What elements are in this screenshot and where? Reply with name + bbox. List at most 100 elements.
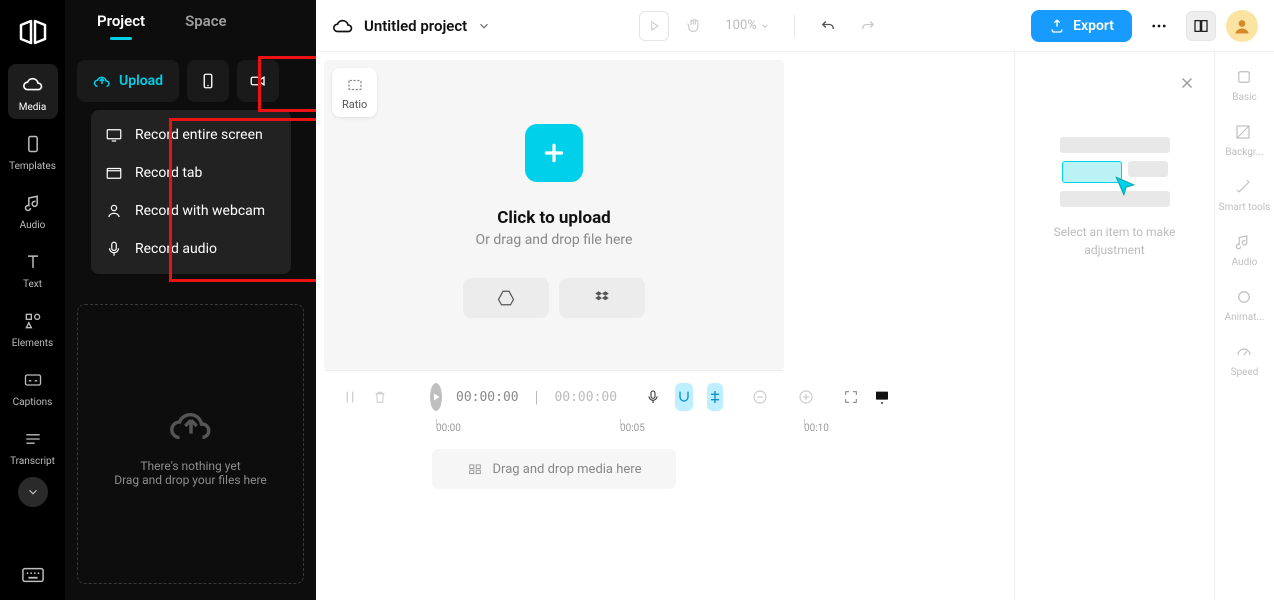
empty-line2: Drag and drop your files here <box>114 473 267 487</box>
redo-button[interactable] <box>853 11 883 41</box>
empty-media-dropzone[interactable]: There's nothing yet Drag and drop your f… <box>77 304 304 584</box>
upload-from-phone-button[interactable] <box>187 60 229 102</box>
more-menu-button[interactable] <box>1142 9 1176 43</box>
ruler-tick: 00:00 <box>436 423 461 434</box>
inspector-placeholder: Select an item to make adjustment <box>1014 52 1214 600</box>
rail-expand-button[interactable] <box>18 477 48 507</box>
text-icon <box>22 251 44 273</box>
ratio-button[interactable]: Ratio <box>332 68 377 117</box>
preview-canvas[interactable]: Ratio Click to upload Or drag and drop f… <box>324 60 784 370</box>
zoom-level[interactable]: 100% <box>725 18 770 33</box>
upload-headline: Click to upload <box>476 208 633 228</box>
inspector-audio[interactable]: Audio <box>1232 233 1258 268</box>
timeline: 00:00:00 | 00:00:00 <box>324 370 784 550</box>
rail-transcript[interactable]: Transcript <box>8 418 58 473</box>
record-audio[interactable]: Record audio <box>91 230 291 268</box>
rail-label: Audio <box>20 220 46 231</box>
dropbox-button[interactable] <box>559 278 645 318</box>
inspector-speed[interactable]: Speed <box>1231 343 1259 378</box>
upload-subline: Or drag and drop file here <box>476 232 633 248</box>
phone-icon <box>22 133 44 155</box>
timeline-track-dropzone[interactable]: Drag and drop media here <box>432 449 676 489</box>
record-entire-screen[interactable]: Record entire screen <box>91 116 291 154</box>
time-total: 00:00:00 <box>554 390 617 405</box>
google-drive-button[interactable] <box>463 278 549 318</box>
project-title[interactable]: Untitled project <box>364 17 467 35</box>
zoom-out-button[interactable] <box>751 383 769 411</box>
record-menu: Record entire screen Record tab Record w… <box>91 110 291 274</box>
timeline-ruler[interactable]: 00:00 00:05 00:10 <box>432 417 768 443</box>
camera-record-icon <box>248 72 268 90</box>
rail-label: Captions <box>13 397 53 408</box>
cloud-sync-icon[interactable] <box>332 15 354 37</box>
export-button[interactable]: Export <box>1031 10 1132 42</box>
rail-audio[interactable]: Audio <box>8 182 58 237</box>
captions-icon <box>22 369 44 391</box>
rail-label: Text <box>23 279 42 290</box>
hand-tool-button[interactable] <box>679 11 709 41</box>
tab-project[interactable]: Project <box>97 12 145 38</box>
auto-snap-button[interactable] <box>707 383 723 411</box>
rail-text[interactable]: Text <box>8 241 58 296</box>
cursor-icon <box>1112 173 1138 199</box>
cloud-upload-icon <box>164 401 218 447</box>
ratio-label: Ratio <box>342 98 367 111</box>
upload-button[interactable]: Upload <box>77 60 179 102</box>
undo-button[interactable] <box>813 11 843 41</box>
keyboard-shortcuts-button[interactable] <box>18 560 48 590</box>
tab-space[interactable]: Space <box>185 12 227 38</box>
delete-button[interactable] <box>372 383 388 411</box>
shapes-icon <box>22 310 44 332</box>
magnetic-button[interactable] <box>675 383 693 411</box>
app-logo[interactable] <box>11 10 55 54</box>
main-area: Untitled project 100% Export <box>316 0 1274 600</box>
record-tab[interactable]: Record tab <box>91 154 291 192</box>
preview-mode-button[interactable] <box>873 383 891 411</box>
inspector-basic[interactable]: Basic <box>1232 68 1257 103</box>
record-with-webcam[interactable]: Record with webcam <box>91 192 291 230</box>
empty-line1: There's nothing yet <box>140 459 240 473</box>
gauge-icon <box>1235 343 1255 363</box>
rail-elements[interactable]: Elements <box>8 300 58 355</box>
placeholder-bar <box>1060 137 1170 153</box>
zoom-in-button[interactable] <box>797 383 815 411</box>
play-button[interactable] <box>430 383 442 411</box>
menu-label: Record entire screen <box>135 127 263 143</box>
cloud-upload-icon <box>93 72 111 90</box>
play-preview-button[interactable] <box>639 11 669 41</box>
inspector-background[interactable]: Backgr... <box>1225 123 1263 158</box>
rail-label: Elements <box>12 338 53 349</box>
user-avatar[interactable] <box>1226 10 1258 42</box>
person-icon <box>105 202 123 220</box>
media-grid-icon <box>467 462 483 476</box>
browser-tab-icon <box>105 164 123 182</box>
ratio-icon <box>345 76 365 94</box>
monitor-icon <box>105 126 123 144</box>
rail-label: Media <box>19 102 47 113</box>
music-icon <box>22 192 44 214</box>
topbar: Untitled project 100% Export <box>316 0 1274 52</box>
layout-toggle-button[interactable] <box>1186 11 1216 41</box>
inspector-animation[interactable]: Animat... <box>1225 288 1265 323</box>
music-icon <box>1234 233 1254 253</box>
sliders-icon <box>1235 68 1255 88</box>
voiceover-button[interactable] <box>645 383 661 411</box>
cloud-icon <box>22 74 44 96</box>
rail-templates[interactable]: Templates <box>8 123 58 178</box>
rail-captions[interactable]: Captions <box>8 359 58 414</box>
stage: Ratio Click to upload Or drag and drop f… <box>316 52 1014 600</box>
circle-icon <box>1235 288 1255 308</box>
export-icon <box>1049 18 1065 34</box>
close-icon[interactable] <box>1178 74 1196 92</box>
chevron-down-icon[interactable] <box>477 19 491 33</box>
rail-media[interactable]: Media <box>8 64 58 119</box>
fit-button[interactable] <box>843 383 859 411</box>
record-button[interactable] <box>237 60 279 102</box>
time-current: 00:00:00 <box>456 390 519 405</box>
transcript-icon <box>22 428 44 450</box>
export-label: Export <box>1073 18 1114 34</box>
timeline-cursor-button[interactable] <box>342 383 358 411</box>
inspector-smart-tools[interactable]: Smart tools <box>1219 178 1271 213</box>
add-media-button[interactable] <box>525 124 583 182</box>
rail-label: Templates <box>9 161 56 172</box>
